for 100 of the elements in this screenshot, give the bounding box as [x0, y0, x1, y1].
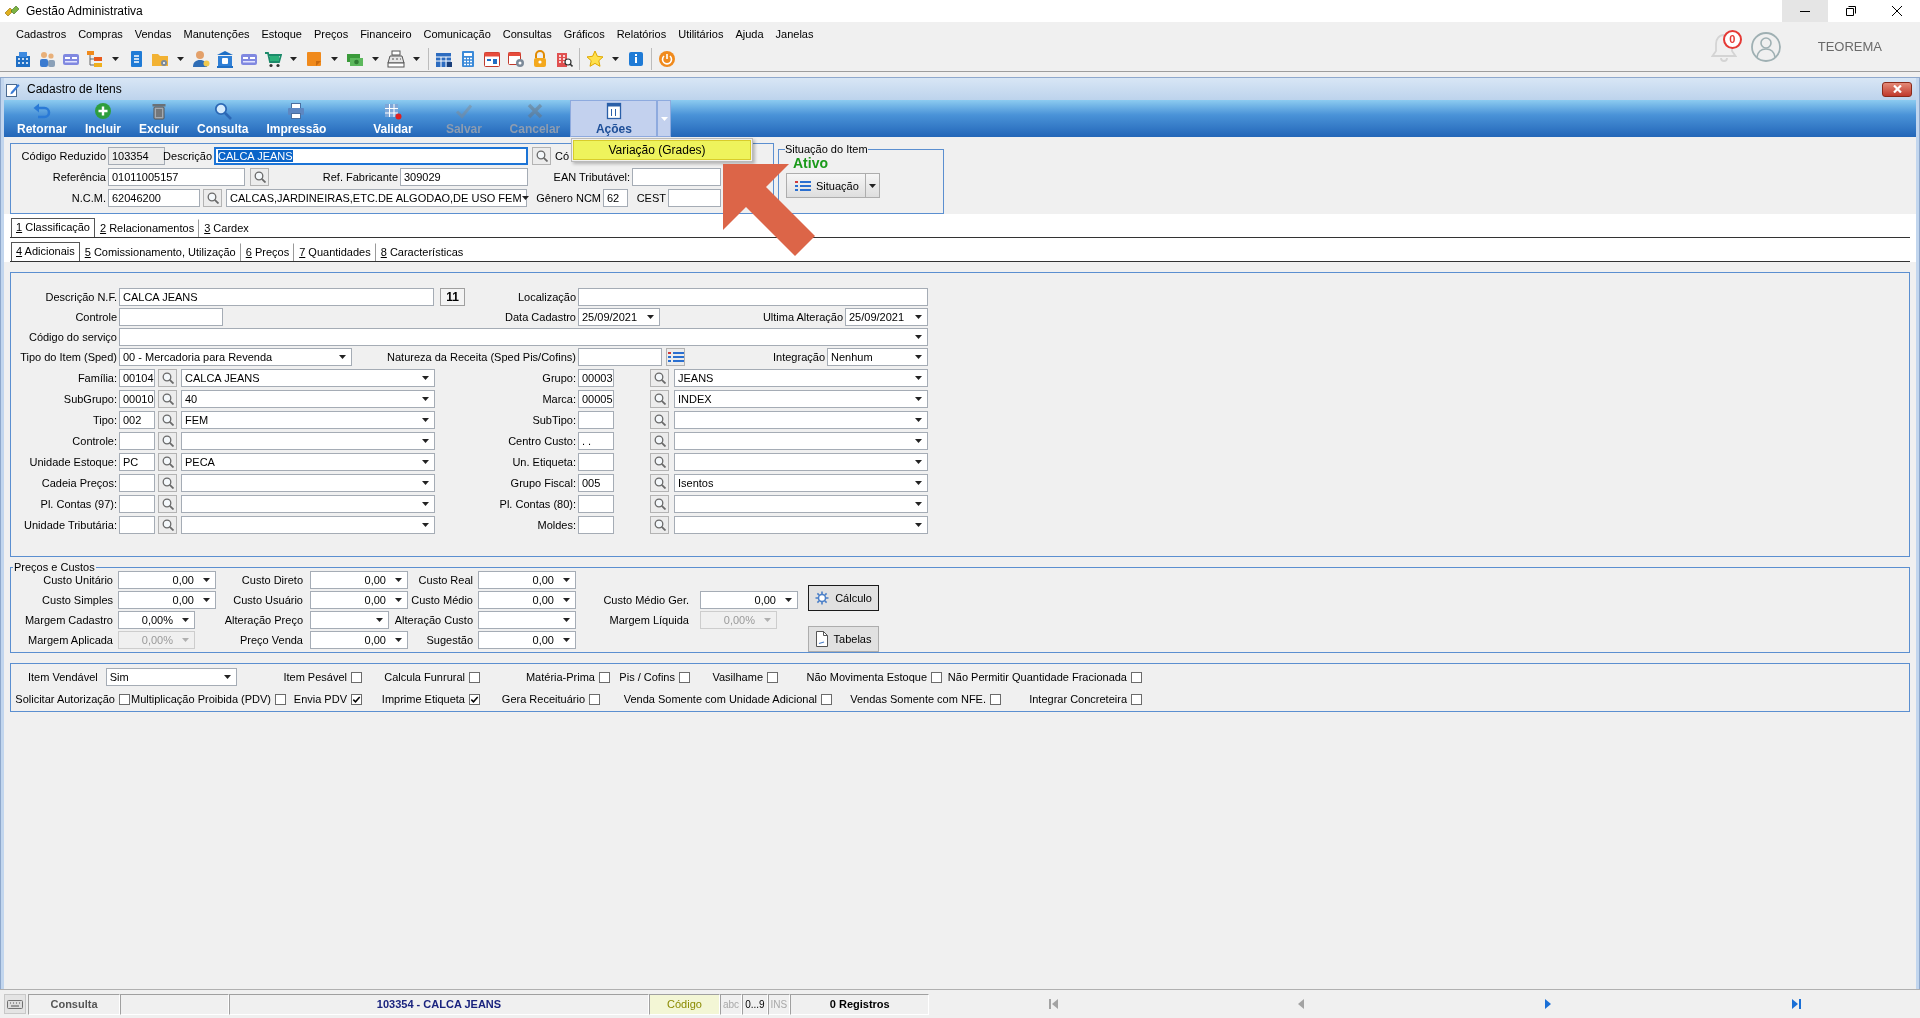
- caret-icon[interactable]: [395, 638, 402, 642]
- menu-item[interactable]: Cadastros: [10, 26, 73, 42]
- caret-icon[interactable]: [395, 578, 402, 582]
- cart-icon[interactable]: [264, 49, 282, 68]
- caret-icon[interactable]: [422, 375, 429, 380]
- search-button[interactable]: [250, 168, 269, 186]
- search-button[interactable]: [650, 389, 669, 408]
- checkbox[interactable]: [351, 671, 362, 683]
- search-button[interactable]: [158, 389, 177, 408]
- menu-item[interactable]: Ajuda: [729, 26, 770, 42]
- search-button[interactable]: [650, 368, 669, 387]
- checkbox[interactable]: [931, 671, 942, 683]
- caret-icon[interactable]: [331, 56, 338, 61]
- search-button[interactable]: [650, 494, 669, 513]
- person-icon[interactable]: [192, 49, 210, 68]
- date-picker[interactable]: 25/09/2021: [578, 308, 660, 326]
- tab[interactable]: 7 Quantidades: [294, 243, 376, 261]
- checkbox[interactable]: [599, 671, 610, 683]
- menu-item[interactable]: Consultas: [496, 26, 558, 42]
- text-field[interactable]: 00005: [578, 389, 614, 408]
- text-field[interactable]: CALCA JEANS: [214, 147, 528, 165]
- date-picker[interactable]: 25/09/2021: [845, 308, 928, 326]
- toolbar-button[interactable]: Impressão: [257, 100, 336, 137]
- text-field[interactable]: [578, 410, 614, 429]
- caret-icon[interactable]: [785, 598, 792, 602]
- caret-icon[interactable]: [422, 501, 429, 506]
- number-dropdown[interactable]: 0,00: [118, 591, 216, 609]
- search-button[interactable]: [203, 189, 222, 207]
- search-button[interactable]: [650, 452, 669, 471]
- dropdown[interactable]: 00 - Mercadoria para Revenda: [119, 348, 352, 366]
- caret-icon[interactable]: [177, 56, 184, 61]
- toolbar-button[interactable]: Incluir: [76, 100, 131, 137]
- checkbox[interactable]: [767, 671, 778, 683]
- text-field[interactable]: [632, 168, 721, 186]
- caret-icon[interactable]: [915, 417, 922, 422]
- cash-register-icon[interactable]: [387, 49, 405, 68]
- dropdown[interactable]: 40: [181, 389, 435, 408]
- search-button[interactable]: [650, 473, 669, 492]
- dropdown[interactable]: PECA: [181, 452, 435, 471]
- text-field[interactable]: PC: [119, 452, 155, 471]
- caret-icon[interactable]: [290, 56, 297, 61]
- search-button[interactable]: [532, 147, 551, 165]
- people-icon[interactable]: [38, 49, 56, 68]
- caret-icon[interactable]: [915, 335, 922, 339]
- caret-icon[interactable]: [647, 315, 654, 319]
- search-button[interactable]: [650, 431, 669, 450]
- dropdown[interactable]: FEM: [181, 410, 435, 429]
- info-icon[interactable]: [627, 49, 645, 68]
- toolbar-button[interactable]: Validar: [357, 100, 429, 137]
- text-field[interactable]: 01011005157: [108, 168, 245, 186]
- tab[interactable]: 1 Classificação: [11, 218, 95, 237]
- number-dropdown[interactable]: 0,00: [478, 631, 576, 649]
- toolbar-button[interactable]: Excluir: [130, 100, 189, 137]
- dropdown[interactable]: JEANS: [674, 368, 928, 387]
- caret-icon[interactable]: [563, 638, 570, 642]
- checkbox[interactable]: [1131, 671, 1142, 683]
- checkbox[interactable]: [589, 693, 600, 705]
- calculator-icon[interactable]: [459, 49, 477, 68]
- text-field[interactable]: [578, 452, 614, 471]
- menu-item[interactable]: Relatórios: [610, 26, 673, 42]
- caret-icon[interactable]: [422, 438, 429, 443]
- caret-icon[interactable]: [915, 396, 922, 401]
- caret-icon[interactable]: [182, 618, 189, 622]
- caret-icon[interactable]: [422, 417, 429, 422]
- last-icon[interactable]: [1791, 999, 1801, 1009]
- actions-button[interactable]: Ações: [570, 100, 658, 137]
- caret-icon[interactable]: [868, 183, 876, 188]
- status-button[interactable]: Situação: [786, 173, 866, 198]
- caret-icon[interactable]: [915, 315, 922, 319]
- caret-icon[interactable]: [376, 618, 383, 622]
- caret-icon[interactable]: [112, 56, 119, 61]
- menu-item[interactable]: Compras: [72, 26, 129, 42]
- tab[interactable]: 3 Cardex: [199, 219, 254, 237]
- number-dropdown[interactable]: 0,00: [700, 591, 798, 609]
- search-button[interactable]: [158, 515, 177, 534]
- tab[interactable]: 2 Relacionamentos: [95, 219, 200, 237]
- search-button[interactable]: [158, 431, 177, 450]
- menu-item[interactable]: Utilitários: [672, 26, 730, 42]
- caret-icon[interactable]: [339, 355, 346, 359]
- search-button[interactable]: [158, 494, 177, 513]
- menu-item[interactable]: Manutenções: [177, 26, 256, 42]
- caret-icon[interactable]: [422, 459, 429, 464]
- checkbox[interactable]: [275, 693, 286, 705]
- menu-item[interactable]: Estoque: [255, 26, 308, 42]
- text-field[interactable]: [578, 288, 928, 306]
- menu-item[interactable]: Janelas: [769, 26, 820, 42]
- text-field[interactable]: [668, 189, 721, 207]
- caret-icon[interactable]: [915, 375, 922, 380]
- list-button[interactable]: [666, 348, 685, 366]
- caret-icon[interactable]: [422, 522, 429, 527]
- keyboard-icon[interactable]: [7, 999, 23, 1009]
- dropdown[interactable]: Sim: [105, 668, 237, 686]
- text-field[interactable]: [578, 515, 614, 534]
- search-button[interactable]: [158, 368, 177, 387]
- checkbox[interactable]: [469, 693, 480, 705]
- caret-icon[interactable]: [203, 598, 210, 602]
- hierarchy-icon[interactable]: [86, 49, 104, 68]
- caret-icon[interactable]: [612, 56, 619, 61]
- menu-item[interactable]: Vendas: [128, 26, 178, 42]
- caret-icon[interactable]: [413, 56, 420, 61]
